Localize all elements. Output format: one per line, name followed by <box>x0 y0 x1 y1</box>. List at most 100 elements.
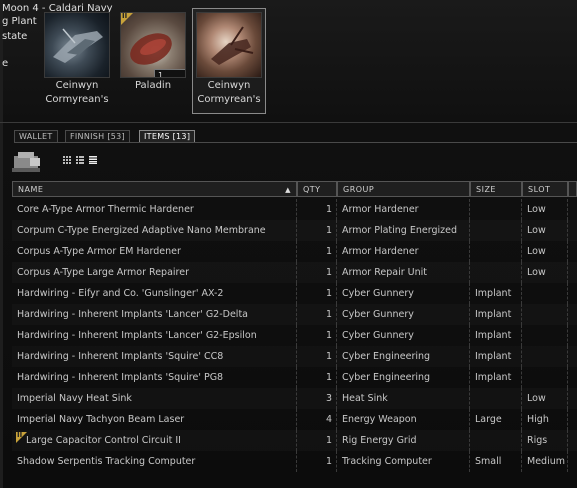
icon-view-grid-icon[interactable] <box>63 156 71 164</box>
cell-name: Corpus A-Type Armor EM Hardener <box>12 241 297 262</box>
cell-qty: 1 <box>297 451 337 472</box>
table-row[interactable]: Hardwiring - Inherent Implants 'Lancer' … <box>12 325 577 346</box>
cell-slot <box>522 325 568 346</box>
cell-size <box>470 220 522 241</box>
location-subtext: g Plant <box>2 16 37 27</box>
table-row[interactable]: Imperial Navy Heat Sink 3 Heat Sink Low <box>12 388 577 409</box>
cell-group: Armor Hardener <box>337 199 470 220</box>
ship-silhouette-icon <box>211 26 254 65</box>
ship-silhouette-icon <box>53 28 103 63</box>
cell-name: Corpus A-Type Large Armor Repairer <box>12 262 297 283</box>
cell-qty: 1 <box>297 283 337 304</box>
cell-size: Implant <box>470 346 522 367</box>
cell-name: Hardwiring - Inherent Implants 'Lancer' … <box>12 304 297 325</box>
table-row[interactable]: Corpus A-Type Armor EM Hardener 1 Armor Ha… <box>12 241 577 262</box>
cell-size <box>470 388 522 409</box>
cell-group: Cyber Engineering <box>337 346 470 367</box>
cell-group: Cyber Gunnery <box>337 325 470 346</box>
cell-slot <box>522 367 568 388</box>
column-header-qty[interactable]: QTY <box>297 181 337 197</box>
table-row[interactable]: Core A-Type Armor Thermic Hardener 1 Armor… <box>12 199 577 220</box>
column-header-extra <box>568 181 577 197</box>
section-divider <box>0 122 577 123</box>
table-row[interactable]: II Large Capacitor Control Circuit II 1 Rig… <box>12 430 577 451</box>
left-edge-strip <box>0 0 3 488</box>
cell-name: Hardwiring - Inherent Implants 'Lancer' … <box>12 325 297 346</box>
column-header-slot[interactable]: SLOT <box>522 181 568 197</box>
cell-slot: Medium <box>522 451 568 472</box>
table-row[interactable]: Shadow Serpentis Tracking Computer 1 Track… <box>12 451 577 472</box>
cell-name: Imperial Navy Tachyon Beam Laser <box>12 409 297 430</box>
cell-size: Small <box>470 451 522 472</box>
cell-size: Implant <box>470 367 522 388</box>
ship-name: Ceinwyn Cormyrean's <box>45 80 109 105</box>
ship-thumbnail <box>196 12 262 78</box>
cell-qty: 1 <box>297 304 337 325</box>
ship-card-1[interactable]: Ceinwyn Cormyrean's <box>40 8 114 114</box>
cell-size: Implant <box>470 325 522 346</box>
column-header-group[interactable]: GROUP <box>337 181 470 197</box>
column-header-label: NAME <box>18 185 44 194</box>
container-icon <box>10 146 46 176</box>
cell-qty: 1 <box>297 346 337 367</box>
cell-size <box>470 241 522 262</box>
cell-name: Hardwiring - Inherent Implants 'Squire' … <box>12 346 297 367</box>
cell-name: Large Capacitor Control Circuit II <box>12 430 297 451</box>
cell-slot: Low <box>522 241 568 262</box>
cell-name: Corpum C-Type Energized Adaptive Nano Me… <box>12 220 297 241</box>
cell-size <box>470 262 522 283</box>
table-row[interactable]: Corpus A-Type Large Armor Repairer 1 Armor… <box>12 262 577 283</box>
sort-ascending-icon: ▲ <box>285 186 291 194</box>
cell-slot: Low <box>522 220 568 241</box>
cell-size: Large <box>470 409 522 430</box>
cell-group: Armor Repair Unit <box>337 262 470 283</box>
cell-group: Armor Plating Energized <box>337 220 470 241</box>
cell-slot <box>522 304 568 325</box>
ship-name: Paladin <box>134 80 172 91</box>
cell-group: Armor Hardener <box>337 241 470 262</box>
column-header-size[interactable]: SIZE <box>470 181 522 197</box>
table-row[interactable]: Imperial Navy Tachyon Beam Laser 4 Energy … <box>12 409 577 430</box>
table-row[interactable]: Hardwiring - Inherent Implants 'Lancer' … <box>12 304 577 325</box>
tech2-badge-label: II <box>122 12 128 20</box>
cell-qty: 1 <box>297 325 337 346</box>
cell-slot: Rigs <box>522 430 568 451</box>
quantity-badge: 1 <box>154 69 185 77</box>
cell-group: Heat Sink <box>337 388 470 409</box>
cell-slot: Low <box>522 199 568 220</box>
ship-card-3[interactable]: Ceinwyn Cormyrean's <box>192 8 266 114</box>
cell-group: Cyber Gunnery <box>337 304 470 325</box>
cell-qty: 1 <box>297 262 337 283</box>
cell-group: Energy Weapon <box>337 409 470 430</box>
table-row[interactable]: Hardwiring - Inherent Implants 'Squire' … <box>12 346 577 367</box>
cell-group: Rig Energy Grid <box>337 430 470 451</box>
table-row[interactable]: Corpum C-Type Energized Adaptive Nano Me… <box>12 220 577 241</box>
cell-slot <box>522 283 568 304</box>
cell-size: Implant <box>470 283 522 304</box>
cell-qty: 1 <box>297 220 337 241</box>
table-row[interactable]: Hardwiring - Eifyr and Co. 'Gunslinger' … <box>12 283 577 304</box>
list-view-icon[interactable] <box>89 156 97 164</box>
cell-qty: 4 <box>297 409 337 430</box>
table-row[interactable]: Hardwiring - Inherent Implants 'Squire' … <box>12 367 577 388</box>
cell-qty: 1 <box>297 241 337 262</box>
cell-name: Shadow Serpentis Tracking Computer <box>12 451 297 472</box>
cell-name: Imperial Navy Heat Sink <box>12 388 297 409</box>
cell-slot <box>522 346 568 367</box>
cell-group: Cyber Engineering <box>337 367 470 388</box>
ship-thumbnail <box>44 12 110 78</box>
details-view-icon[interactable] <box>76 156 84 164</box>
cell-slot: Low <box>522 262 568 283</box>
cell-qty: 1 <box>297 367 337 388</box>
ship-card-2[interactable]: II 1 Paladin <box>116 8 190 114</box>
ship-name: Ceinwyn Cormyrean's <box>197 80 261 105</box>
cell-name: Hardwiring - Eifyr and Co. 'Gunslinger' … <box>12 283 297 304</box>
cell-group: Tracking Computer <box>337 451 470 472</box>
cell-qty: 1 <box>297 199 337 220</box>
tab-underline <box>14 142 577 143</box>
cell-group: Cyber Gunnery <box>337 283 470 304</box>
side-text: e <box>2 58 9 69</box>
cell-size: Implant <box>470 304 522 325</box>
cell-size <box>470 199 522 220</box>
column-header-name[interactable]: NAME ▲ <box>12 181 297 197</box>
